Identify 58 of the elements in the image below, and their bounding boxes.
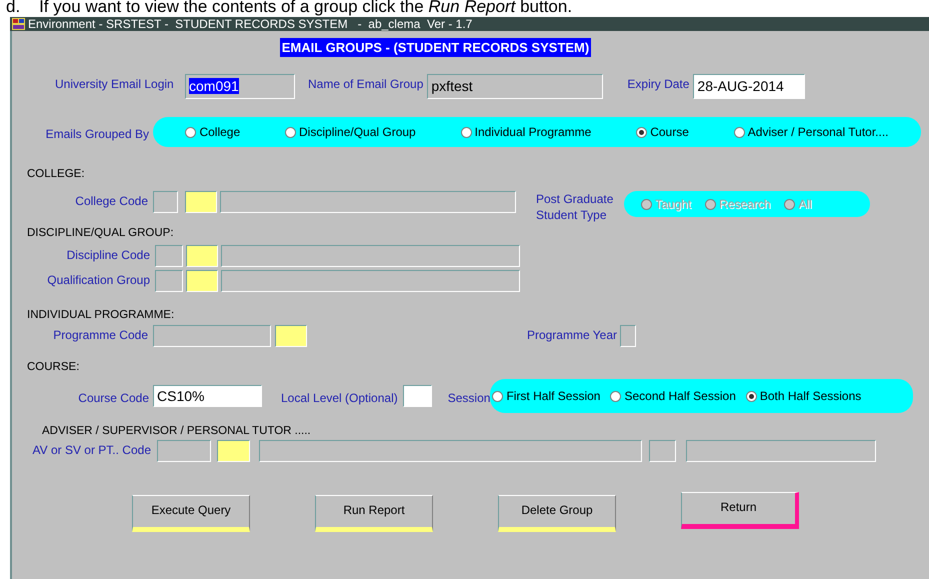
field-label: Post Graduate Student Type	[536, 191, 614, 223]
radio-option[interactable]: Discipline/Qual Group	[285, 125, 416, 139]
form-button[interactable]: Run Report	[315, 495, 433, 532]
course-code-field[interactable]: CS10%	[153, 385, 262, 407]
input-field[interactable]	[221, 245, 520, 267]
section-heading: DISCIPLINE/QUAL GROUP:	[27, 227, 175, 239]
input-field[interactable]	[259, 440, 642, 462]
field-label: Qualification Group	[46, 272, 150, 287]
section-heading: ADVISER / SUPERVISOR / PERSONAL TUTOR .....	[42, 425, 312, 437]
field-label: Session	[448, 390, 490, 404]
input-field[interactable]	[649, 440, 676, 462]
section-heading: INDIVIDUAL PROGRAMME:	[27, 309, 176, 321]
login-field[interactable]: com091	[185, 74, 295, 99]
radio-option[interactable]: Adviser / Personal Tutor....	[734, 125, 888, 139]
input-field[interactable]	[155, 270, 183, 292]
form-button[interactable]: Execute Query	[132, 495, 250, 532]
radio-option[interactable]: First Half Session	[492, 389, 600, 403]
input-field[interactable]	[186, 270, 218, 292]
field-label: University Email Login	[55, 76, 175, 91]
field-label: Local Level (Optional)	[281, 390, 398, 404]
field-label: Name of Email Group	[308, 76, 424, 91]
field-label: Emails Grouped By	[44, 126, 149, 140]
field-label: Programme Code	[52, 327, 148, 342]
field-label: College Code	[74, 193, 148, 208]
section-heading: COLLEGE:	[27, 168, 86, 180]
group-name-field[interactable]: pxftest	[427, 74, 604, 99]
input-field[interactable]	[186, 245, 218, 267]
input-field[interactable]	[220, 191, 516, 213]
input-field[interactable]	[217, 440, 250, 462]
document-text: d. If you want to view the contents of a group click the Run Report button.	[5, 0, 574, 17]
field-label: Programme Year	[526, 327, 617, 342]
radio-option[interactable]: College	[185, 125, 240, 139]
section-heading: COURSE:	[27, 361, 80, 373]
form-button[interactable]: Return	[681, 492, 799, 529]
field-value: com091	[189, 78, 239, 94]
input-field[interactable]	[275, 325, 307, 347]
radio-option[interactable]: Individual Programme	[460, 125, 592, 139]
field-label: Course Code	[77, 390, 149, 404]
input-field[interactable]	[155, 245, 183, 267]
app-icon	[12, 18, 25, 30]
radio-option[interactable]: Course	[636, 125, 689, 139]
input-field[interactable]	[686, 440, 876, 462]
radio-option[interactable]: Both Half Sessions	[746, 389, 862, 403]
field-label: Expiry Date	[627, 76, 690, 91]
field-label: AV or SV or PT.. Code	[32, 442, 151, 457]
input-field[interactable]	[402, 385, 432, 407]
field-label: Discipline Code	[66, 247, 150, 262]
input-field[interactable]	[153, 325, 271, 347]
input-field[interactable]	[157, 440, 211, 462]
input-field[interactable]	[153, 191, 178, 213]
radio-option[interactable]: Second Half Session	[610, 389, 736, 403]
input-field[interactable]	[185, 191, 217, 213]
input-field[interactable]	[620, 325, 636, 347]
form-button[interactable]: Delete Group	[498, 495, 616, 532]
window-title: Environment - SRSTEST - STUDENT RECORDS SYSTEM - ab_clema Ver - 1.7	[28, 17, 472, 31]
expiry-date-field[interactable]: 28-AUG-2014	[693, 74, 806, 99]
form-heading: EMAIL GROUPS - (STUDENT RECORDS SYSTEM)	[280, 38, 592, 57]
input-field[interactable]	[221, 270, 520, 292]
